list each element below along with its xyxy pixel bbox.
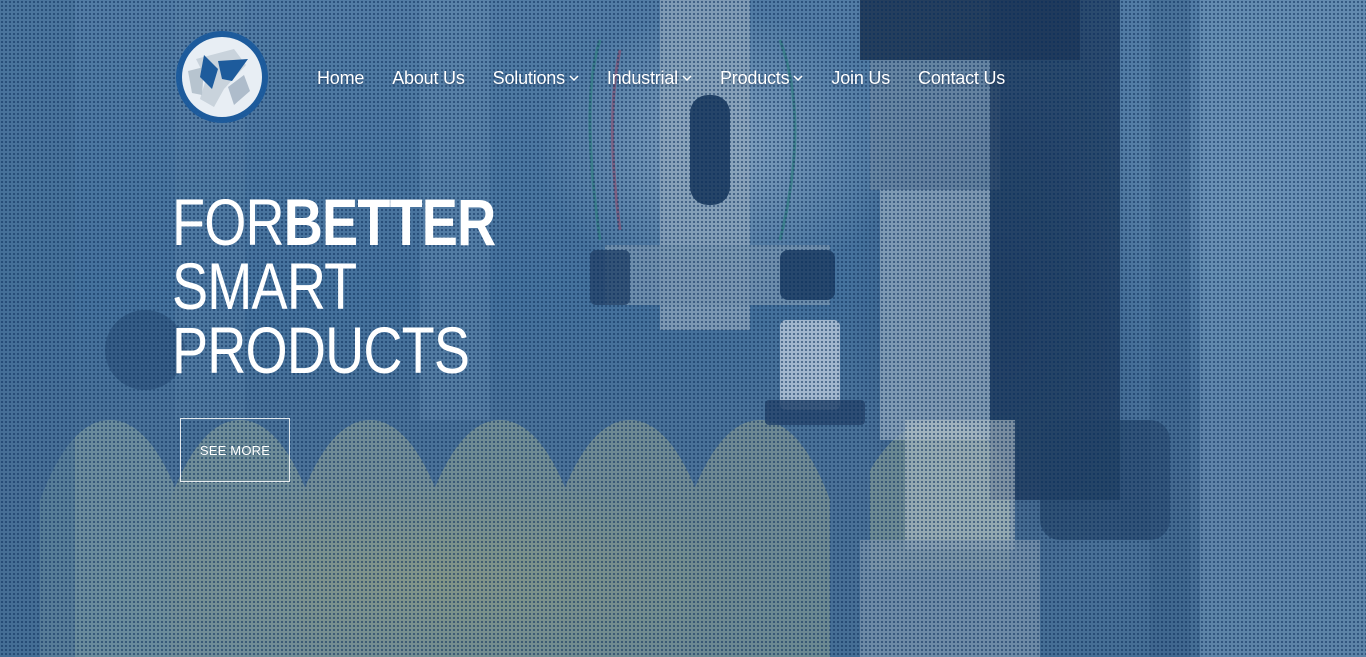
nav-item-label: Products <box>719 67 790 88</box>
see-more-label: SEE MORE <box>199 442 271 458</box>
nav-item-label: Solutions <box>492 67 565 88</box>
headline-line-2: SMART <box>172 249 566 323</box>
headline-line-3: PRODUCTS <box>172 313 566 387</box>
nav-item-label: Join Us <box>831 67 891 88</box>
nav-item-label: Contact Us <box>918 67 1006 88</box>
nav-item-label: About Us <box>392 67 465 88</box>
headline-better: BETTER <box>283 185 496 259</box>
see-more-button[interactable]: SEE MORE <box>180 418 290 482</box>
headline-smart: SMART <box>172 249 357 323</box>
nav-item-industrial[interactable]: Industrial <box>593 64 706 92</box>
chevron-down-icon <box>793 75 803 82</box>
nav-item-label: Industrial <box>606 67 678 88</box>
headline-for: FOR <box>172 185 285 259</box>
headline-products: PRODUCTS <box>172 313 470 387</box>
nav-item-join-us[interactable]: Join Us <box>817 64 904 92</box>
nav-item-solutions[interactable]: Solutions <box>479 64 593 92</box>
chevron-down-icon <box>569 75 579 82</box>
nav-item-home[interactable]: Home <box>303 64 378 92</box>
nav-item-about-us[interactable]: About Us <box>378 64 478 92</box>
chevron-down-icon <box>682 75 692 82</box>
main-navigation: Home About Us Solutions Industrial Produ… <box>303 64 1019 92</box>
nav-item-products[interactable]: Products <box>706 64 817 92</box>
hero-headline: FORBETTER SMART PRODUCTS <box>172 189 566 387</box>
headline-line-1: FORBETTER <box>172 189 566 255</box>
company-logo-icon[interactable] <box>174 29 270 125</box>
nav-item-contact-us[interactable]: Contact Us <box>904 64 1019 92</box>
nav-item-label: Home <box>317 67 365 88</box>
